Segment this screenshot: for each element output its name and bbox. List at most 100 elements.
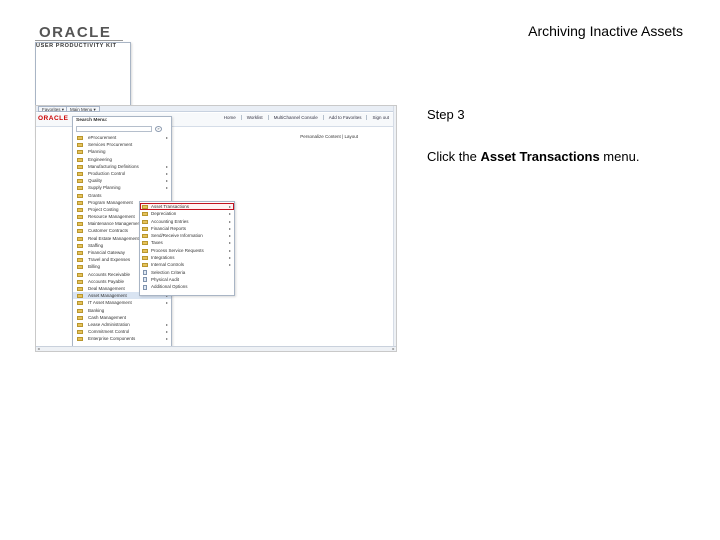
top-link[interactable]: Home [219,115,241,120]
menu-item-label: Real Estate Management [88,235,139,241]
folder-icon [142,226,148,231]
top-link[interactable]: MultiChannel Console [267,115,323,120]
submenu-item[interactable]: Process Service Requests ▸ [140,247,234,254]
folder-icon [77,186,83,191]
logo-wordmark: ORACLE [39,24,112,41]
instruction-target: Asset Transactions [480,149,600,164]
submenu-item[interactable]: Internal Controls ▸ [140,261,234,268]
chevron-right-icon: ▸ [228,255,231,261]
oracle-upk-logo: ORACLE USER PRODUCTIVITY KIT [35,24,131,137]
submenu-item[interactable]: Integrations ▸ [140,254,234,261]
submenu-item-label: Internal Controls [151,262,185,268]
menu-item-label: Planning [88,149,106,155]
chevron-right-icon: ▸ [228,262,231,268]
submenu-item[interactable]: Depreciation ▸ [140,210,234,217]
folder-icon [142,263,148,268]
favorites-menu[interactable]: Favorites ▾ [38,106,69,112]
chevron-right-icon: ▸ [228,218,231,224]
menu-item[interactable]: IT Asset Management ▸ [73,299,171,306]
menu-item-label: Supply Planning [88,185,121,191]
menu-item-label: Enterprise Components [88,336,136,342]
menu-item[interactable]: Supply Planning ▸ [73,184,171,191]
app-logo: ORACLE [38,115,69,122]
folder-icon [77,136,83,140]
submenu-item-label: Selection Criteria [151,269,186,275]
submenu-item-label: Taxes [151,240,163,246]
chevron-right-icon: ▸ [165,329,168,335]
scroll-right-icon[interactable]: ▸ [391,347,396,351]
logo-divider [35,40,123,41]
top-links: Home Worklist MultiChannel Console Add to F… [219,115,394,120]
folder-icon [142,212,148,217]
submenu-item[interactable]: Financial Reports ▸ [140,225,234,232]
chevron-right-icon: ▸ [165,163,168,169]
submenu-item[interactable]: Accounting Entries ▸ [140,218,234,225]
search-go-icon[interactable]: » [155,126,162,132]
submenu-item-label: Depreciation [151,211,177,217]
menu-item[interactable]: eProcurement ▸ [73,134,171,141]
folder-icon [142,256,148,261]
asset-transactions-menu-item[interactable]: Asset Transactions ▸ [140,203,234,211]
personalize-link[interactable]: Personalize Content | Layout [300,134,358,139]
main-menu-button[interactable]: Main Menu ▾ [66,106,100,112]
folder-icon [77,337,83,342]
page-icon [143,284,147,290]
menu-item[interactable]: Engineering [73,156,171,163]
menu-item-label: Program Management [88,199,133,205]
menu-item[interactable]: Grants [73,192,171,199]
page-icon [143,277,147,283]
menu-item[interactable]: Cash Management [73,314,171,321]
menu-item[interactable]: Manufacturing Definitions ▸ [73,163,171,170]
top-link[interactable]: Add to Favorites [322,115,367,120]
menu-item-label: Accounts Receivable [88,271,131,277]
menu-item[interactable]: Production Control ▸ [73,170,171,177]
submenu-item[interactable]: Send/Receive Information ▸ [140,232,234,239]
menu-item-label: Resource Management [88,214,135,220]
scroll-left-icon[interactable]: ◂ [36,347,41,351]
asset-management-submenu: Asset Transactions ▸ Depreciation ▸ Accounti… [139,201,235,296]
submenu-item[interactable]: Selection Criteria [140,269,234,276]
menu-item-label: Asset Management [88,293,127,299]
chevron-right-icon: ▸ [228,204,231,209]
chevron-right-icon: ▸ [165,321,168,327]
menu-item[interactable]: Commitment Control ▸ [73,328,171,335]
folder-icon [77,330,83,335]
horizontal-scrollbar[interactable]: ◂ ▸ [36,346,396,351]
chevron-right-icon: ▸ [165,170,168,176]
menu-item[interactable]: Lease Administration ▸ [73,321,171,328]
submenu-item[interactable]: Physical Audit [140,276,234,283]
menu-search-input[interactable] [76,126,152,132]
top-link[interactable]: Worklist [240,115,268,120]
menu-item[interactable]: Planning [73,148,171,155]
submenu-item-label: Send/Receive Information [151,233,203,239]
menu-item-label: Banking [88,307,105,313]
chevron-right-icon: ▸ [228,240,231,246]
menu-item-label: Commitment Control [88,329,130,335]
folder-icon [77,157,83,162]
menu-item[interactable]: Banking [73,307,171,314]
submenu-item[interactable]: Additional Options [140,283,234,290]
menu-item-label: Project Costing [88,206,119,212]
submenu-item-label: Process Service Requests [151,247,204,253]
menu-item[interactable]: Services Procurement [73,141,171,148]
chevron-right-icon: ▸ [165,336,168,342]
folder-icon [77,150,83,155]
folder-icon [77,215,83,220]
top-link[interactable]: Sign out [366,115,394,120]
menu-item-label: Manufacturing Definitions [88,163,139,169]
folder-icon [77,236,83,241]
menu-item[interactable]: Quality ▸ [73,177,171,184]
folder-icon [77,258,83,263]
chevron-right-icon: ▸ [165,185,168,191]
menu-item-label: Services Procurement [88,142,133,148]
folder-icon [77,315,83,320]
folder-icon [77,171,83,176]
menu-item-label: Cash Management [88,314,127,320]
menu-item[interactable]: Enterprise Components ▸ [73,335,171,342]
submenu-item[interactable]: Taxes ▸ [140,239,234,246]
menu-item-label: Deal Management [88,285,125,291]
folder-icon [77,272,83,277]
folder-icon [77,229,83,234]
vertical-scrollbar[interactable] [393,106,396,351]
application-screenshot: Favorites ▾ Main Menu ▾ ORACLE Home Workl… [35,105,397,352]
